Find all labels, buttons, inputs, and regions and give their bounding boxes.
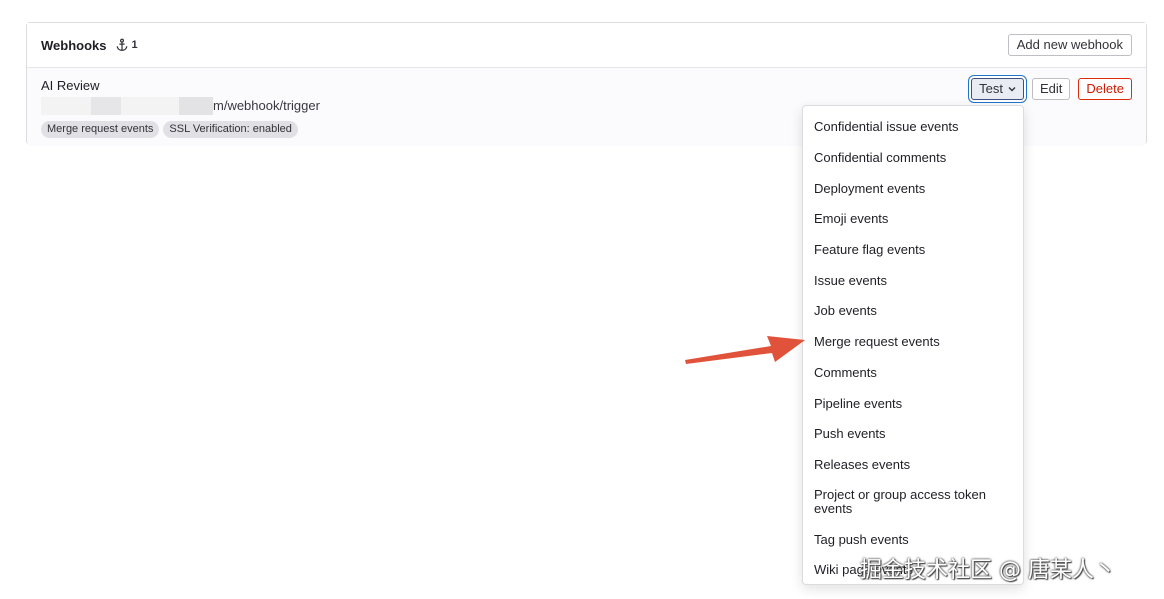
add-new-webhook-button[interactable]: Add new webhook — [1007, 34, 1132, 56]
chevron-down-icon — [1008, 79, 1016, 99]
dropdown-item-issue-events[interactable]: Issue events — [803, 265, 1023, 296]
webhook-count: 1 — [131, 39, 138, 51]
watermark-text: 掘金技术社区 @ 唐某人丶 — [860, 558, 1116, 583]
test-dropdown-button[interactable]: Test — [971, 78, 1025, 100]
redacted-url-block — [41, 97, 91, 115]
dropdown-item-confidential-comments[interactable]: Confidential comments — [803, 143, 1023, 174]
dropdown-item-emoji-events[interactable]: Emoji events — [803, 204, 1023, 235]
dropdown-item-merge-request-events[interactable]: Merge request events — [803, 327, 1023, 358]
webhook-badges: Merge request events SSL Verification: e… — [41, 121, 298, 138]
webhook-actions: Test Edit Delete — [971, 78, 1132, 100]
dropdown-item-deployment-events[interactable]: Deployment events — [803, 173, 1023, 204]
dropdown-item-push-events[interactable]: Push events — [803, 419, 1023, 450]
redacted-url-block — [179, 97, 213, 115]
redacted-url-block — [121, 97, 179, 115]
delete-button[interactable]: Delete — [1078, 78, 1132, 100]
event-badge: Merge request events — [41, 121, 160, 138]
test-event-dropdown: Confidential issue events Confidential c… — [802, 105, 1024, 585]
test-button-label: Test — [979, 81, 1004, 96]
dropdown-item-releases-events[interactable]: Releases events — [803, 450, 1023, 481]
webhooks-title: Webhooks — [41, 37, 107, 53]
ssl-badge: SSL Verification: enabled — [163, 121, 298, 138]
webhook-name: AI Review — [41, 78, 100, 93]
redacted-url-block — [91, 97, 121, 115]
red-arrow-annotation — [685, 336, 805, 364]
dropdown-item-job-events[interactable]: Job events — [803, 296, 1023, 327]
webhook-url: m/webhook/trigger — [213, 98, 320, 113]
dropdown-item-tag-push-events[interactable]: Tag push events — [803, 524, 1023, 555]
anchor-icon — [115, 38, 129, 52]
dropdown-item-feature-flag-events[interactable]: Feature flag events — [803, 235, 1023, 266]
dropdown-item-comments[interactable]: Comments — [803, 358, 1023, 389]
dropdown-item-access-token-events[interactable]: Project or group access token events — [803, 480, 1023, 524]
dropdown-item-pipeline-events[interactable]: Pipeline events — [803, 388, 1023, 419]
webhooks-header: Webhooks 1 Add new webhook — [27, 23, 1146, 68]
dropdown-item-confidential-issue-events[interactable]: Confidential issue events — [803, 112, 1023, 143]
edit-button[interactable]: Edit — [1032, 78, 1071, 100]
